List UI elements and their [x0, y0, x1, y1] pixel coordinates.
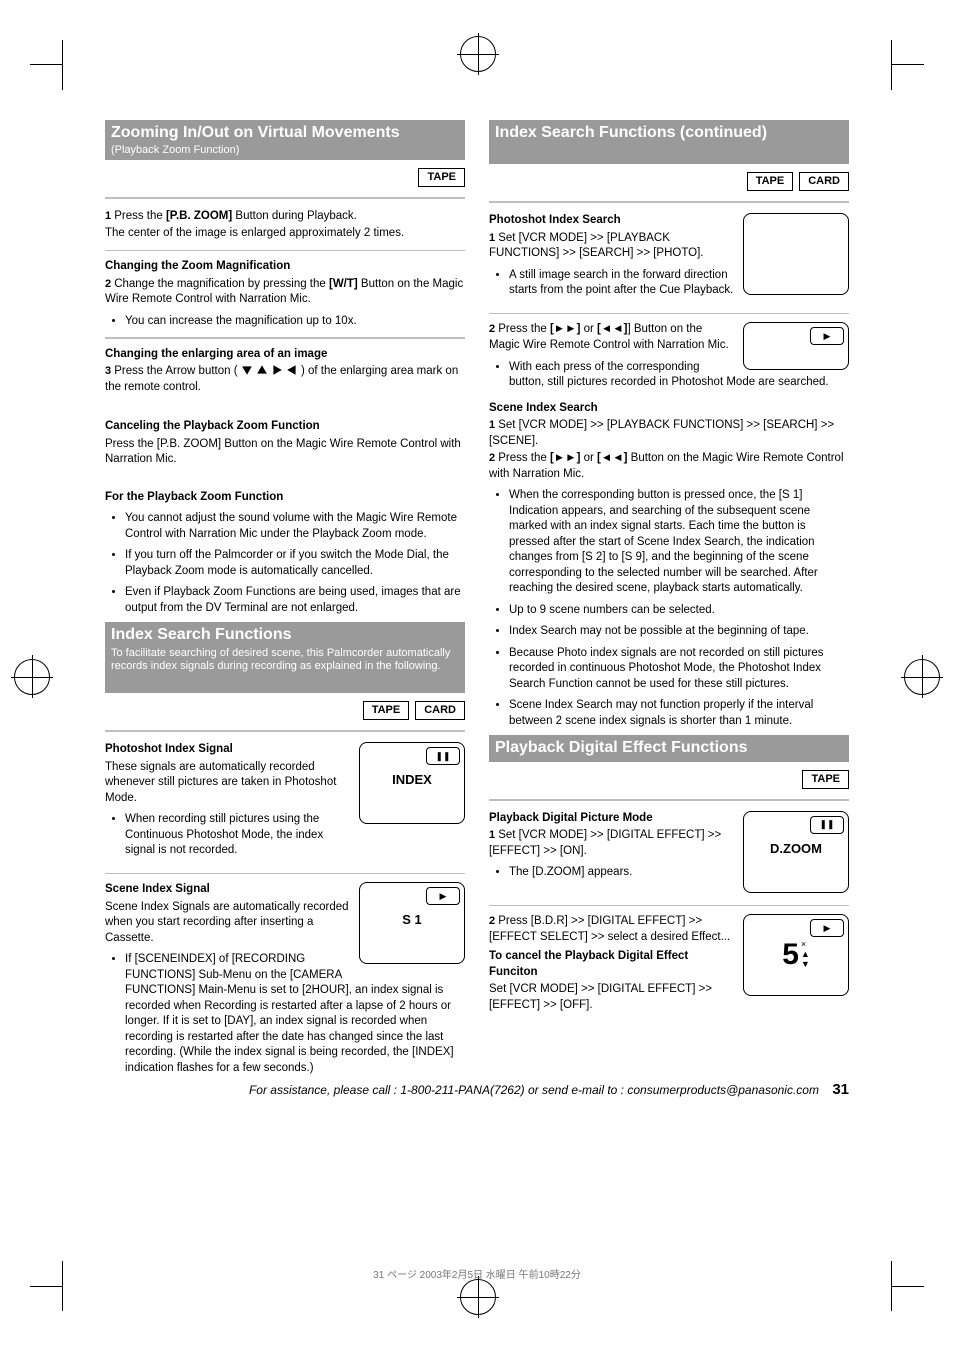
lcd-digit: 5 [782, 940, 799, 970]
section-subtitle: (Playback Zoom Function) [111, 144, 459, 157]
lcd-diagram: ❚❚ D.ZOOM [743, 811, 849, 893]
bullet: Because Photo index signals are not reco… [509, 646, 849, 693]
lcd-line1: D.ZOOM [744, 840, 848, 858]
mode-tag-card: CARD [799, 172, 849, 191]
subhead-scene-search: Scene Index Search [489, 401, 849, 417]
section-title-text: Index Search Functions (continued) [495, 124, 767, 141]
lcd-diagram: ▶ 5 ×▲▼ [743, 914, 849, 996]
play-icon: ▶ [824, 332, 831, 341]
tag-row: TAPE [105, 168, 465, 187]
divider [105, 197, 465, 199]
divider [489, 313, 849, 315]
step-1-note: The center of the image is enlarged appr… [105, 226, 465, 242]
tag-row: TAPE [489, 770, 849, 789]
bullet: Index Search may not be possible at the … [509, 624, 849, 640]
subhead-enlarge-area: Changing the enlarging area of an image [105, 347, 465, 363]
play-icon: ▶ [824, 924, 831, 933]
crop-mark [30, 1261, 80, 1311]
crop-mark [30, 40, 80, 90]
section-title-text: Index Search Functions [111, 626, 291, 643]
mode-tag-tape: TAPE [747, 172, 794, 191]
subhead-changing-zoom: Changing the Zoom Magnification [105, 259, 465, 275]
bullet: If [SCENEINDEX] of [RECORDING FUNCTIONS]… [125, 952, 465, 1076]
bullet-list: You cannot adjust the sound volume with … [105, 511, 465, 616]
pause-icon: ❚❚ [435, 752, 450, 761]
section-title-index-cont: Index Search Functions (continued) [489, 120, 849, 164]
bullet: When the corresponding button is pressed… [509, 488, 849, 597]
mode-tag-tape: TAPE [802, 770, 849, 789]
divider [105, 250, 465, 252]
section-title-text: Playback Digital Effect Functions [495, 739, 748, 756]
lcd-line1: INDEX [360, 771, 464, 789]
step-3: 3 Press the Arrow button ( ) of the enla… [105, 364, 465, 395]
registration-mark-icon [14, 659, 50, 695]
bullet: You can increase the magnification up to… [125, 314, 465, 330]
tag-row: TAPE CARD [105, 701, 465, 720]
section-title-dnr: Playback Digital Effect Functions [489, 735, 849, 761]
footer-assist: For assistance, please call : 1-800-211-… [249, 1083, 819, 1097]
lcd-diagram: ❚❚ INDEX [359, 742, 465, 824]
bullet: Up to 9 scene numbers can be selected. [509, 603, 849, 619]
mode-tag-tape: TAPE [363, 701, 410, 720]
registration-mark-icon [460, 1279, 496, 1315]
registration-mark-icon [904, 659, 940, 695]
bullet-list: You can increase the magnification up to… [105, 314, 465, 330]
divider [489, 201, 849, 203]
section-subtitle: To facilitate searching of desired scene… [111, 647, 459, 673]
section-title-text: Zooming In/Out on Virtual Movements [111, 124, 400, 141]
play-icon: ▶ [440, 892, 447, 901]
bullet: If you turn off the Palmcorder or if you… [125, 548, 465, 579]
bullet: Scene Index Search may not function prop… [509, 698, 849, 729]
lcd-line1: S 1 [360, 911, 464, 929]
lcd-diagram [743, 213, 849, 295]
step-1: 1 Press the [P.B. ZOOM] Button during Pl… [105, 209, 465, 225]
arrow-keys-icon [241, 364, 298, 376]
lcd-diagram: ▶ [743, 322, 849, 370]
step-2: 2 Change the magnification by pressing t… [105, 277, 465, 308]
scene-step-1: 1 Set [VCR MODE] >> [PLAYBACK FUNCTIONS]… [489, 418, 849, 449]
subhead-cancel-zoom: Canceling the Playback Zoom Function [105, 419, 465, 435]
page-footer: For assistance, please call : 1-800-211-… [249, 1079, 849, 1100]
divider [105, 730, 465, 732]
notes-head: For the Playback Zoom Function [105, 490, 465, 506]
divider [489, 799, 849, 801]
section-title-zooming: Zooming In/Out on Virtual Movements (Pla… [105, 120, 465, 160]
scene-step-2: 2 Press the [►►] or [◄◄] Button on the M… [489, 451, 849, 482]
divider [105, 873, 465, 875]
lcd-small-indicator: ×▲▼ [801, 940, 810, 970]
lcd-diagram: ▶ S 1 [359, 882, 465, 964]
tag-row: TAPE CARD [489, 172, 849, 191]
divider [105, 337, 465, 339]
bullet-list: If [SCENEINDEX] of [RECORDING FUNCTIONS]… [105, 952, 465, 1076]
registration-mark-icon [460, 36, 496, 72]
print-footer-date: 31 ページ 2003年2月5日 水曜日 午前10時22分 [373, 1269, 581, 1283]
pause-icon: ❚❚ [819, 820, 834, 829]
crop-mark [874, 1261, 924, 1311]
divider [489, 905, 849, 907]
mode-tag-card: CARD [415, 701, 465, 720]
bullet: You cannot adjust the sound volume with … [125, 511, 465, 542]
page-number: 31 [832, 1081, 849, 1098]
mode-tag-tape: TAPE [418, 168, 465, 187]
crop-mark [874, 40, 924, 90]
cancel-zoom-body: Press the [P.B. ZOOM] Button on the Magi… [105, 437, 465, 468]
bullet: Even if Playback Zoom Functions are bein… [125, 585, 465, 616]
bullet-list: When the corresponding button is pressed… [489, 488, 849, 729]
section-title-index: Index Search Functions To facilitate sea… [105, 622, 465, 693]
